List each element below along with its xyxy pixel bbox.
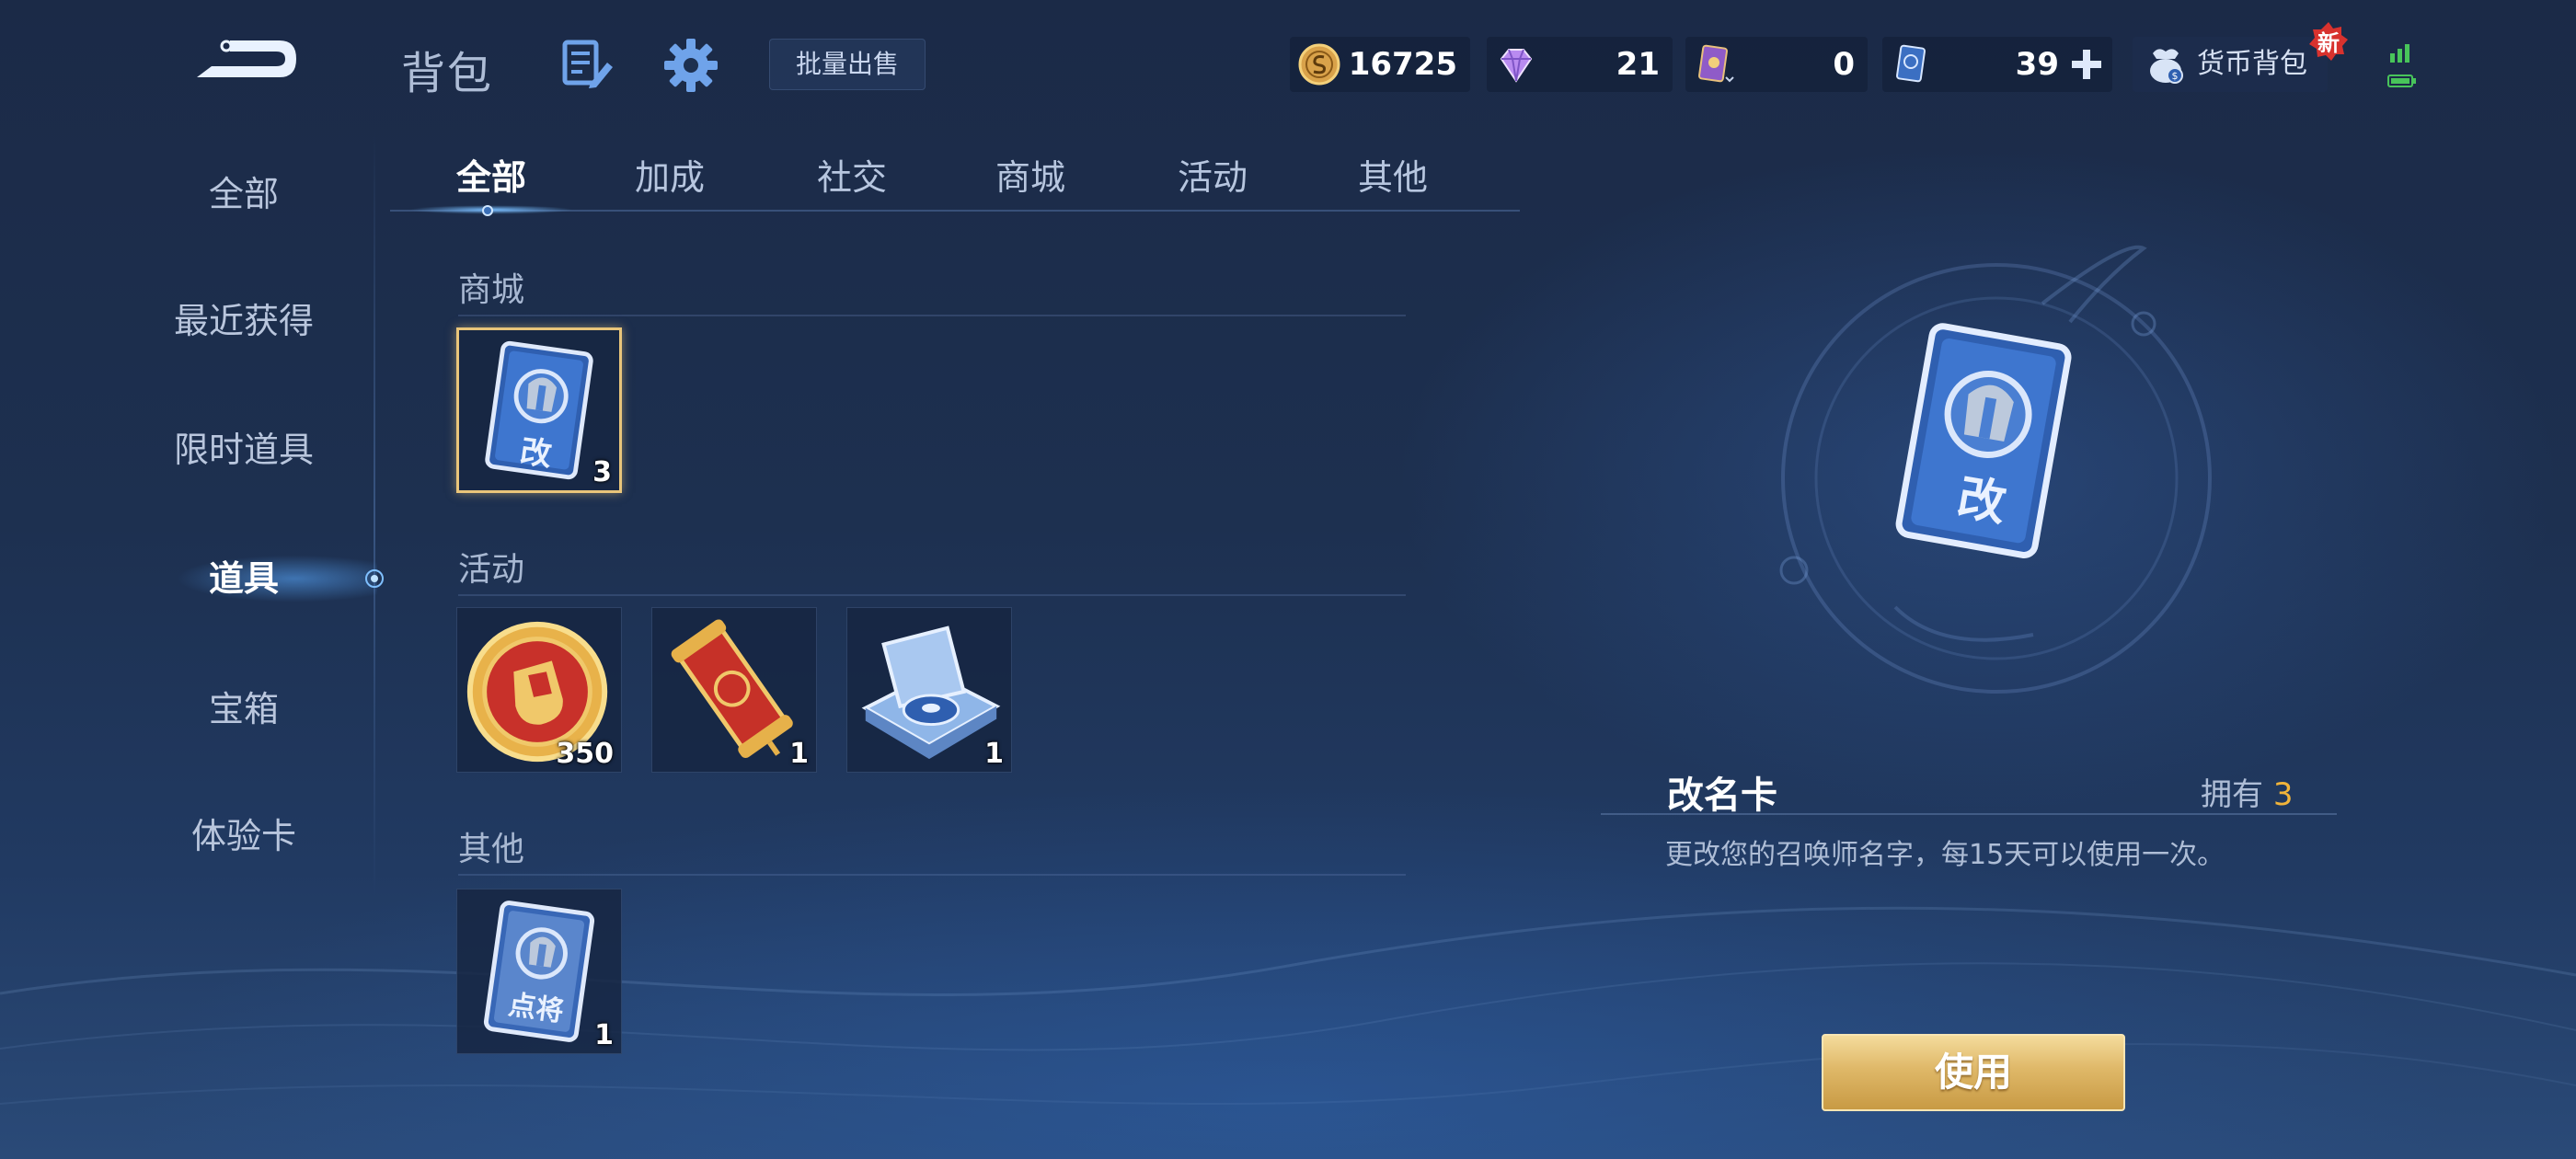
coupon-currency: 39 xyxy=(1882,37,2112,92)
section-divider xyxy=(458,315,1406,316)
sidebar-item-all[interactable]: 全部 xyxy=(110,162,377,226)
item-event-scroll[interactable]: 1 xyxy=(651,607,817,773)
tab-event[interactable]: 活动 xyxy=(1121,147,1305,208)
purple-card-icon xyxy=(1698,44,1734,83)
batch-sell-button[interactable]: 批量出售 xyxy=(769,39,926,90)
item-event-box[interactable]: 1 xyxy=(846,607,1012,773)
section-title-shop: 商城 xyxy=(458,271,525,309)
network-signal-icon xyxy=(2386,40,2418,92)
rename-card-glyph: 改 xyxy=(517,432,555,475)
detail-divider xyxy=(1601,813,2337,815)
coupon-amount: 39 xyxy=(2015,46,2059,83)
diamond-gem-icon xyxy=(1500,49,1533,83)
use-button[interactable]: 使用 xyxy=(1822,1034,2125,1111)
page-title: 背包 xyxy=(401,48,494,99)
tab-all[interactable]: 全部 xyxy=(399,147,583,208)
section-divider xyxy=(458,874,1406,876)
settings-gear-icon[interactable] xyxy=(662,37,719,94)
detail-item-image: 改 xyxy=(1858,322,2107,570)
diamond-currency: 21 xyxy=(1487,37,1673,92)
item-event-token[interactable]: 350 xyxy=(456,607,622,773)
diamond-amount: 21 xyxy=(1616,46,1660,83)
owned-count: 3 xyxy=(2272,776,2294,813)
new-badge-text: 新 xyxy=(2317,30,2340,56)
back-arrow-icon xyxy=(197,40,296,77)
sidebar-item-limited[interactable]: 限时道具 xyxy=(110,418,377,482)
item-count: 350 xyxy=(556,738,614,770)
sidebar-divider xyxy=(374,129,375,901)
sidebar-item-trial-card[interactable]: 体验卡 xyxy=(110,804,377,868)
tab-other[interactable]: 其他 xyxy=(1301,147,1485,208)
wallet-label: 货币背包 xyxy=(2197,48,2307,80)
new-badge: 新 xyxy=(2307,20,2350,63)
currency-wallet-button[interactable]: $ 货币背包 xyxy=(2133,37,2328,92)
card-amount: 0 xyxy=(1833,46,1855,83)
section-divider xyxy=(458,594,1406,596)
detail-description: 更改您的召唤师名字，每15天可以使用一次。 xyxy=(1665,839,2225,871)
gold-coin-icon xyxy=(1298,43,1340,86)
item-count: 3 xyxy=(592,456,612,488)
item-rename-card[interactable]: 改 3 xyxy=(456,327,622,493)
sidebar-item-recent[interactable]: 最近获得 xyxy=(110,289,377,353)
item-count: 1 xyxy=(594,1019,614,1051)
item-count: 1 xyxy=(789,738,809,770)
gold-amount: 16725 xyxy=(1348,46,1457,83)
section-title-event: 活动 xyxy=(458,551,525,589)
wallet-bag-icon: $ xyxy=(2150,49,2183,84)
edit-list-icon[interactable] xyxy=(559,37,615,92)
gold-currency: 16725 xyxy=(1290,37,1470,92)
rename-card-large-icon xyxy=(1895,323,2072,558)
item-count: 1 xyxy=(984,738,1004,770)
back-button[interactable] xyxy=(184,28,304,94)
owned-count-label: 拥有 3 xyxy=(2201,769,2293,814)
tab-active-dot xyxy=(482,205,493,216)
detail-item-name: 改名卡 xyxy=(1667,775,1777,817)
svg-text:$: $ xyxy=(2172,70,2179,82)
sidebar-item-props[interactable]: 道具 xyxy=(110,546,377,611)
tab-social[interactable]: 社交 xyxy=(760,147,944,208)
sidebar-item-chest[interactable]: 宝箱 xyxy=(110,677,377,741)
section-title-other: 其他 xyxy=(458,831,525,868)
tab-shop[interactable]: 商城 xyxy=(938,147,1122,208)
sidebar-active-dot-icon xyxy=(365,569,384,588)
blue-coupon-icon xyxy=(1896,44,1926,83)
add-coupon-plus-icon[interactable] xyxy=(2068,46,2105,83)
item-pick-general-card[interactable]: 点将 1 xyxy=(456,889,622,1054)
owned-label: 拥有 xyxy=(2201,776,2263,813)
tab-bonus[interactable]: 加成 xyxy=(578,147,762,208)
card-currency[interactable]: 0 xyxy=(1685,37,1868,92)
